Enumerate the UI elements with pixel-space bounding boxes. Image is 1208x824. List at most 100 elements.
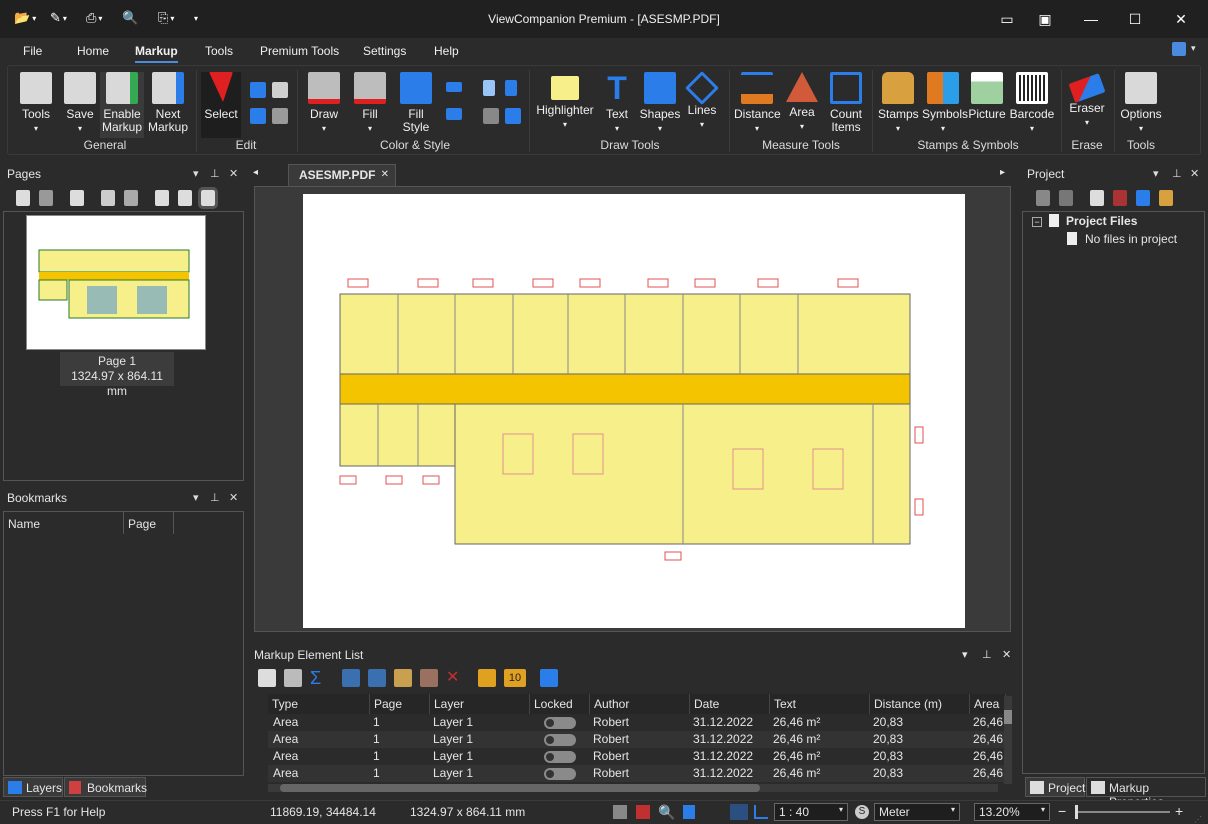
collapse-icon[interactable]: − (1032, 217, 1042, 227)
tab-bookmarks[interactable]: Bookmarks (64, 777, 147, 797)
table-row[interactable]: Area 1 Layer 1 Robert 31.12.2022 26,46 m… (268, 765, 1006, 782)
tab-markup-properties[interactable]: Markup Properties (1086, 777, 1206, 809)
drawing-sheet[interactable] (303, 194, 965, 628)
fill-button[interactable]: Fill ▾ (350, 72, 390, 135)
ortho-icon[interactable] (754, 805, 768, 819)
paste-icon[interactable] (272, 108, 288, 124)
close-panel-icon[interactable]: ✕ (229, 491, 238, 504)
pdf-icon[interactable] (636, 805, 650, 819)
menu-premium-tools[interactable]: Premium Tools (260, 44, 339, 58)
comment-icon[interactable] (478, 669, 496, 687)
lock-icon[interactable] (394, 669, 412, 687)
table-row[interactable]: Area 1 Layer 1 Robert 31.12.2022 26,46 m… (268, 748, 1006, 765)
delete-pages-icon[interactable] (124, 190, 138, 206)
tab-asesmp-pdf[interactable]: ASESMP.PDF ✕ (288, 164, 396, 186)
copy-page-icon[interactable] (39, 190, 53, 206)
col-layer[interactable]: Layer (430, 694, 530, 714)
locked-toggle[interactable] (544, 749, 576, 766)
count-badge[interactable]: 10 (504, 669, 526, 687)
save-button[interactable]: Save ▾ (60, 72, 100, 135)
page-medium-icon[interactable] (178, 190, 192, 206)
table-row[interactable]: Area 1 Layer 1 Robert 31.12.2022 26,46 m… (268, 731, 1006, 748)
distance-button[interactable]: Distance ▾ (734, 72, 781, 135)
close-panel-icon[interactable]: ✕ (1002, 648, 1011, 661)
menu-help[interactable]: Help (434, 44, 459, 58)
col-author[interactable]: Author (590, 694, 690, 714)
new-page-icon[interactable] (16, 190, 30, 206)
minimize-button[interactable]: — (1080, 8, 1102, 30)
zoom-slider[interactable] (1075, 805, 1170, 819)
export-excel-icon[interactable] (284, 669, 302, 687)
col-distance[interactable]: Distance (m) (870, 694, 970, 714)
select-button[interactable]: Select (201, 72, 241, 138)
properties-wrench-icon[interactable] (368, 669, 386, 687)
list-settings-icon[interactable] (258, 669, 276, 687)
zoom-dropdown[interactable]: 13.20% ▾ (974, 803, 1050, 821)
calculator-icon[interactable] (613, 805, 627, 819)
col-page[interactable]: Page (370, 694, 430, 714)
page-small-icon[interactable] (155, 190, 169, 206)
zoom-search-icon[interactable]: 🔍 (658, 804, 675, 821)
open-folder-icon[interactable] (1159, 190, 1173, 206)
layers-icon[interactable] (540, 669, 558, 687)
tools-button[interactable]: Tools ▾ (16, 72, 56, 135)
project-root-label[interactable]: Project Files (1066, 214, 1137, 228)
locked-toggle[interactable] (544, 732, 576, 749)
col-area[interactable]: Area (970, 694, 1006, 714)
panel-menu-chevron-icon[interactable]: ▾ (193, 167, 199, 180)
menu-tools[interactable]: Tools (205, 44, 233, 58)
scroll-thumb[interactable] (280, 784, 760, 792)
close-tab-icon[interactable]: ✕ (381, 169, 389, 180)
stamps-button[interactable]: Stamps ▾ (878, 72, 919, 135)
lines-button[interactable]: Lines ▾ (684, 71, 720, 131)
panel-menu-chevron-icon[interactable]: ▾ (962, 648, 968, 661)
pin-icon[interactable]: ⊥ (210, 491, 220, 504)
remove-file-icon[interactable] (1059, 190, 1073, 206)
barcode-button[interactable]: Barcode ▾ (1008, 72, 1056, 135)
add-file-icon[interactable] (1036, 190, 1050, 206)
scroll-thumb[interactable] (1004, 710, 1012, 724)
next-markup-button[interactable]: Next Markup (146, 72, 190, 134)
line-style-icon[interactable] (446, 82, 462, 92)
undo-icon[interactable] (250, 82, 266, 98)
line-weight-icon[interactable] (446, 108, 462, 120)
symbols-button[interactable]: Symbols ▾ (922, 72, 968, 135)
bookmarks-col-name[interactable]: Name (4, 512, 124, 534)
new-project-icon[interactable] (1090, 190, 1104, 206)
color-picker-icon[interactable] (483, 80, 495, 96)
transparency-icon[interactable] (483, 108, 499, 124)
layers-icon[interactable] (505, 108, 521, 124)
restore-layout-icon[interactable]: ▭ (996, 8, 1018, 30)
bookmarks-col-page[interactable]: Page (124, 512, 174, 534)
eraser-button[interactable]: Eraser ▾ (1066, 72, 1108, 129)
tab-scroll-right-icon[interactable]: ▸ (1000, 167, 1005, 178)
menu-settings[interactable]: Settings (363, 44, 406, 58)
highlighter-button[interactable]: Highlighter ▾ (535, 72, 595, 131)
pin-icon[interactable]: ⊥ (982, 648, 992, 661)
ribbon-style-icon[interactable] (1172, 42, 1186, 56)
add-page-icon[interactable] (70, 190, 84, 206)
enable-markup-button[interactable]: Enable Markup (100, 72, 144, 138)
count-items-button[interactable]: Count Items (824, 72, 868, 134)
snap-icon[interactable] (730, 804, 748, 820)
pin-icon[interactable]: ⊥ (1172, 167, 1182, 180)
selection-rect-icon[interactable] (250, 108, 266, 124)
col-type[interactable]: Type (268, 694, 370, 714)
menu-file[interactable]: File (23, 44, 42, 58)
page-1-label[interactable]: Page 1 1324.97 x 864.11 mm (60, 352, 174, 398)
vertical-scrollbar[interactable] (1004, 696, 1012, 784)
menu-home[interactable]: Home (77, 44, 109, 58)
fill-style-button[interactable]: Fill Style (396, 72, 436, 134)
zoom-in-icon[interactable]: + (1175, 803, 1183, 819)
delete-page-icon[interactable] (101, 190, 115, 206)
page-thumbnail[interactable] (26, 215, 206, 350)
options-button[interactable]: Options ▾ (1118, 72, 1164, 135)
panel-menu-chevron-icon[interactable]: ▾ (1153, 167, 1159, 180)
maximize-button[interactable]: ☐ (1124, 8, 1146, 30)
tab-layers[interactable]: Layers (3, 777, 63, 797)
fit-page-icon[interactable] (683, 805, 695, 819)
close-panel-icon[interactable]: ✕ (1190, 167, 1199, 180)
comment-icon[interactable] (272, 82, 288, 98)
shapes-button[interactable]: Shapes ▾ (637, 72, 683, 135)
document-view[interactable] (254, 186, 1011, 632)
